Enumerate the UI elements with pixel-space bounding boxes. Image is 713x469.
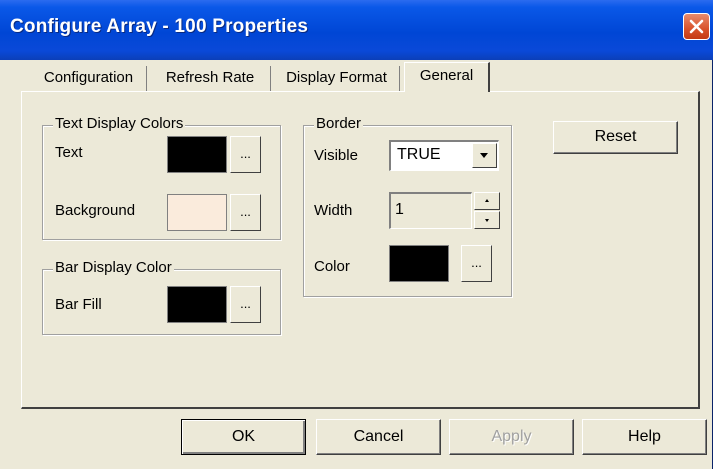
background-color-swatch: [167, 194, 227, 231]
bar-fill-browse-button[interactable]: ...: [230, 286, 261, 323]
help-button[interactable]: Help: [582, 419, 707, 455]
border-width-value: 1: [395, 201, 404, 218]
tab-label: Refresh Rate: [165, 69, 255, 86]
group-title: Text Display Colors: [53, 115, 186, 132]
properties-dialog: Configure Array - 100 Properties Configu…: [0, 0, 713, 469]
border-color-browse-button[interactable]: ...: [461, 245, 492, 282]
apply-button: Apply: [449, 419, 574, 455]
tab-label: Configuration: [43, 69, 134, 86]
bar-fill-label: Bar Fill: [55, 296, 102, 313]
border-color-label: Color: [314, 258, 350, 275]
group-title: Border: [314, 115, 364, 132]
ok-label: OK: [231, 428, 256, 445]
tab-display-format[interactable]: Display Format: [274, 66, 400, 91]
background-color-label: Background: [55, 202, 136, 219]
tab-refresh-rate[interactable]: Refresh Rate: [150, 66, 271, 91]
reset-button[interactable]: Reset: [553, 121, 678, 154]
border-visible-select[interactable]: TRUE: [389, 140, 499, 171]
title-bar: Configure Array - 100 Properties: [0, 0, 713, 60]
help-label: Help: [628, 428, 661, 445]
tab-general[interactable]: General: [404, 62, 490, 92]
tab-label: General: [419, 67, 474, 84]
border-color-swatch: [389, 245, 449, 282]
text-color-label: Text: [55, 144, 83, 161]
cancel-label: Cancel: [353, 428, 404, 445]
window-title: Configure Array - 100 Properties: [10, 16, 309, 37]
background-color-browse-button[interactable]: ...: [230, 194, 261, 231]
border-width-label: Width: [314, 202, 353, 219]
text-color-browse-button[interactable]: ...: [230, 136, 261, 173]
spin-down-button[interactable]: [474, 211, 500, 229]
group-title: Bar Display Color: [53, 259, 174, 276]
close-button[interactable]: [683, 13, 710, 40]
border-visible-value: TRUE: [397, 146, 441, 163]
border-visible-label: Visible: [314, 147, 358, 164]
bar-fill-swatch: [167, 286, 227, 323]
tab-label: Display Format: [286, 69, 387, 86]
tab-configuration[interactable]: Configuration: [31, 66, 147, 91]
border-width-input[interactable]: 1: [389, 192, 472, 229]
dropdown-button[interactable]: [472, 143, 497, 168]
close-icon: [689, 19, 704, 34]
cancel-button[interactable]: Cancel: [316, 419, 441, 455]
ok-button[interactable]: OK: [181, 419, 306, 455]
spin-up-button[interactable]: [474, 192, 500, 210]
spin-up-icon: [485, 199, 489, 202]
text-color-swatch: [167, 136, 227, 173]
chevron-down-icon: [480, 153, 488, 158]
reset-label: Reset: [594, 128, 637, 145]
apply-label: Apply: [491, 428, 532, 445]
spin-down-icon: [485, 219, 489, 222]
